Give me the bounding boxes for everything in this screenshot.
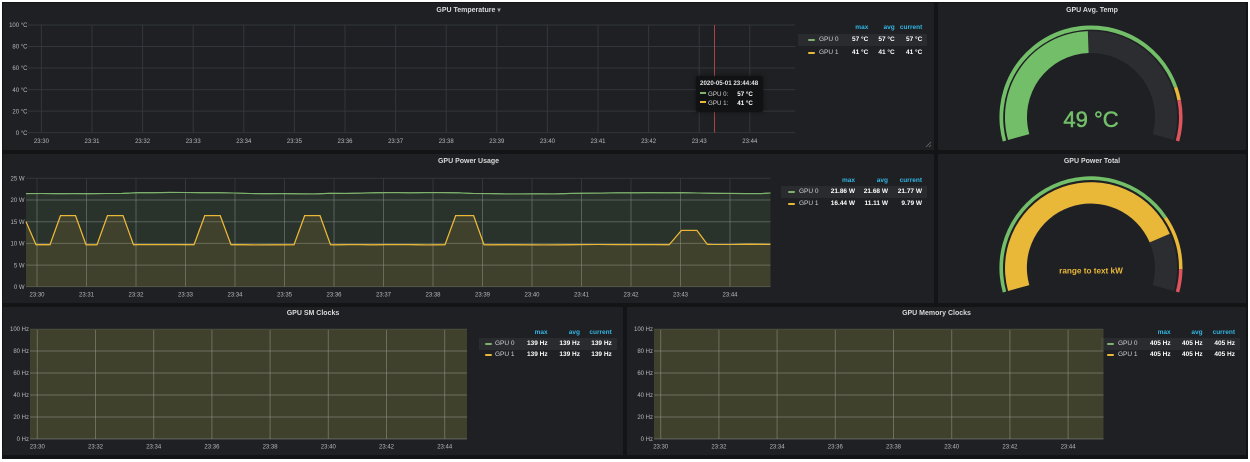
svg-text:49 °C: 49 °C <box>1063 107 1118 132</box>
svg-text:range to text kW: range to text kW <box>1059 267 1123 276</box>
